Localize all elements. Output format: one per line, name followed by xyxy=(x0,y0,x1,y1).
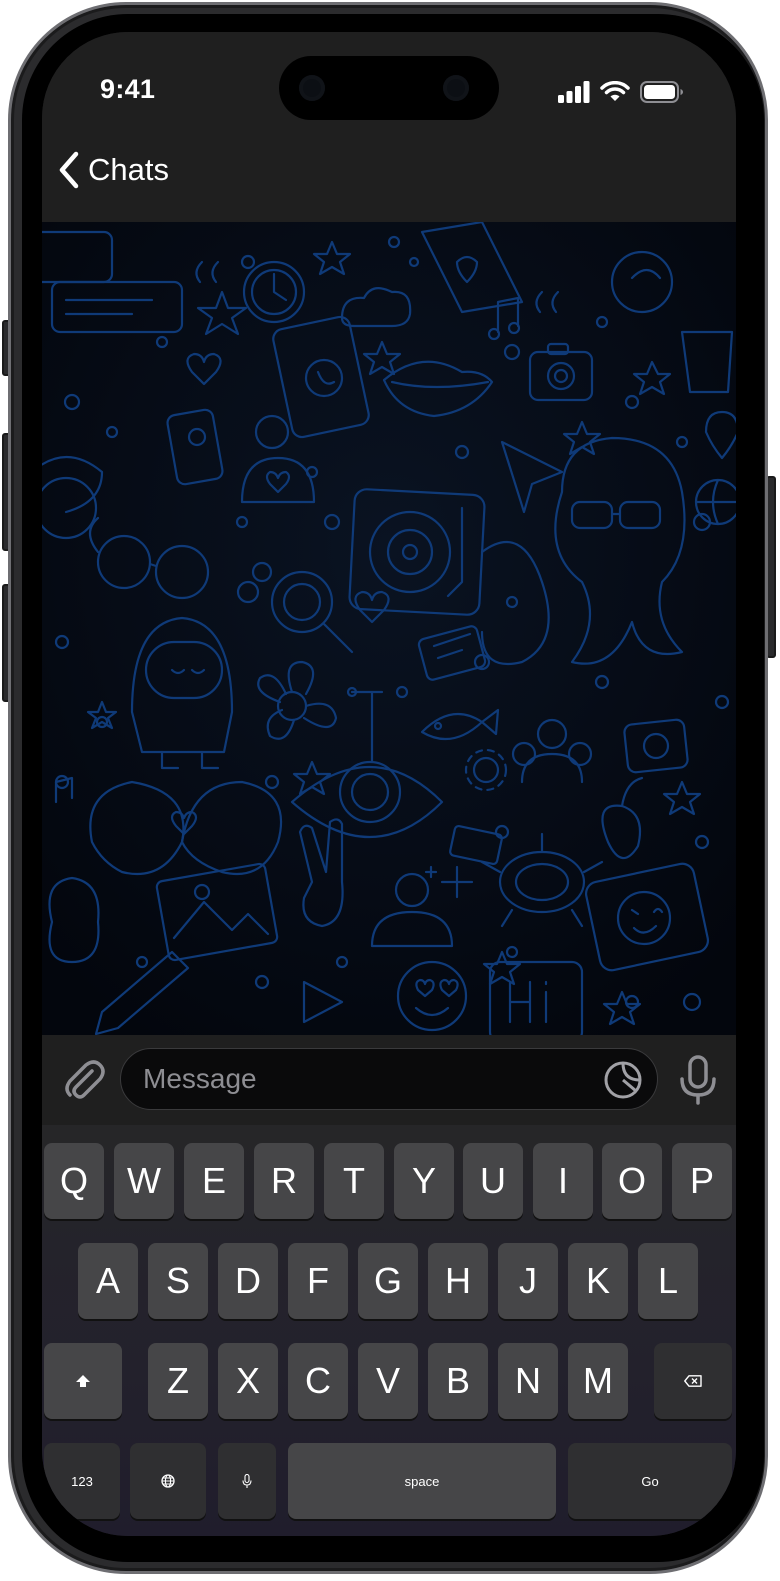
shift-arrow-icon xyxy=(76,1375,90,1387)
battery-icon xyxy=(640,81,683,103)
key-i[interactable]: I xyxy=(533,1143,593,1219)
key-a[interactable]: A xyxy=(78,1243,138,1319)
key-x[interactable]: X xyxy=(218,1343,278,1419)
key-b[interactable]: B xyxy=(428,1343,488,1419)
back-button[interactable]: Chats xyxy=(56,146,169,194)
chat-wallpaper xyxy=(42,222,736,1035)
dynamic-island xyxy=(279,56,499,120)
key-f[interactable]: F xyxy=(288,1243,348,1319)
key-t[interactable]: T xyxy=(324,1143,384,1219)
status-time: 9:41 xyxy=(100,74,156,104)
key-r[interactable]: R xyxy=(254,1143,314,1219)
key-d[interactable]: D xyxy=(218,1243,278,1319)
message-input[interactable] xyxy=(143,1059,583,1099)
key-q[interactable]: Q xyxy=(44,1143,104,1219)
message-input-field[interactable] xyxy=(120,1048,658,1110)
key-c[interactable]: C xyxy=(288,1343,348,1419)
globe-key[interactable] xyxy=(130,1443,206,1519)
globe-icon xyxy=(161,1474,175,1488)
key-u[interactable]: U xyxy=(463,1143,523,1219)
cellular-signal-icon xyxy=(558,81,590,103)
top-bar: 9:41 Chats xyxy=(42,32,736,222)
backspace-icon xyxy=(684,1375,702,1387)
camera-icon xyxy=(443,75,469,101)
key-z[interactable]: Z xyxy=(148,1343,208,1419)
key-j[interactable]: J xyxy=(498,1243,558,1319)
microphone-icon[interactable] xyxy=(676,1055,720,1105)
dictation-mic-icon xyxy=(242,1473,252,1488)
key-p[interactable]: P xyxy=(672,1143,732,1219)
go-key[interactable]: Go xyxy=(568,1443,732,1519)
key-v[interactable]: V xyxy=(358,1343,418,1419)
status-icons xyxy=(558,80,684,104)
key-g[interactable]: G xyxy=(358,1243,418,1319)
phone-screen: 9:41 Chats Message Q W E R T Y U I O P A… xyxy=(42,32,736,1536)
key-n[interactable]: N xyxy=(498,1343,558,1419)
keyboard: Q W E R T Y U I O P A S D F G H J K L Z … xyxy=(42,1125,736,1536)
paperclip-icon[interactable] xyxy=(60,1057,106,1103)
sensor-icon xyxy=(299,75,325,101)
doodle-pattern xyxy=(42,222,736,1035)
key-h[interactable]: H xyxy=(428,1243,488,1319)
delete-key[interactable] xyxy=(654,1343,732,1419)
dictation-key[interactable] xyxy=(218,1443,276,1519)
message-composer xyxy=(42,1035,736,1125)
key-e[interactable]: E xyxy=(184,1143,244,1219)
shift-key[interactable] xyxy=(44,1343,122,1419)
space-key[interactable]: space xyxy=(288,1443,556,1519)
key-k[interactable]: K xyxy=(568,1243,628,1319)
wifi-icon xyxy=(600,81,630,101)
key-y[interactable]: Y xyxy=(394,1143,454,1219)
sticker-icon[interactable] xyxy=(603,1060,643,1100)
key-m[interactable]: M xyxy=(568,1343,628,1419)
numbers-key[interactable]: 123 xyxy=(44,1443,120,1519)
back-label: Chats xyxy=(88,152,169,187)
key-w[interactable]: W xyxy=(114,1143,174,1219)
key-l[interactable]: L xyxy=(638,1243,698,1319)
chevron-left-icon xyxy=(59,151,79,189)
key-o[interactable]: O xyxy=(602,1143,662,1219)
key-s[interactable]: S xyxy=(148,1243,208,1319)
